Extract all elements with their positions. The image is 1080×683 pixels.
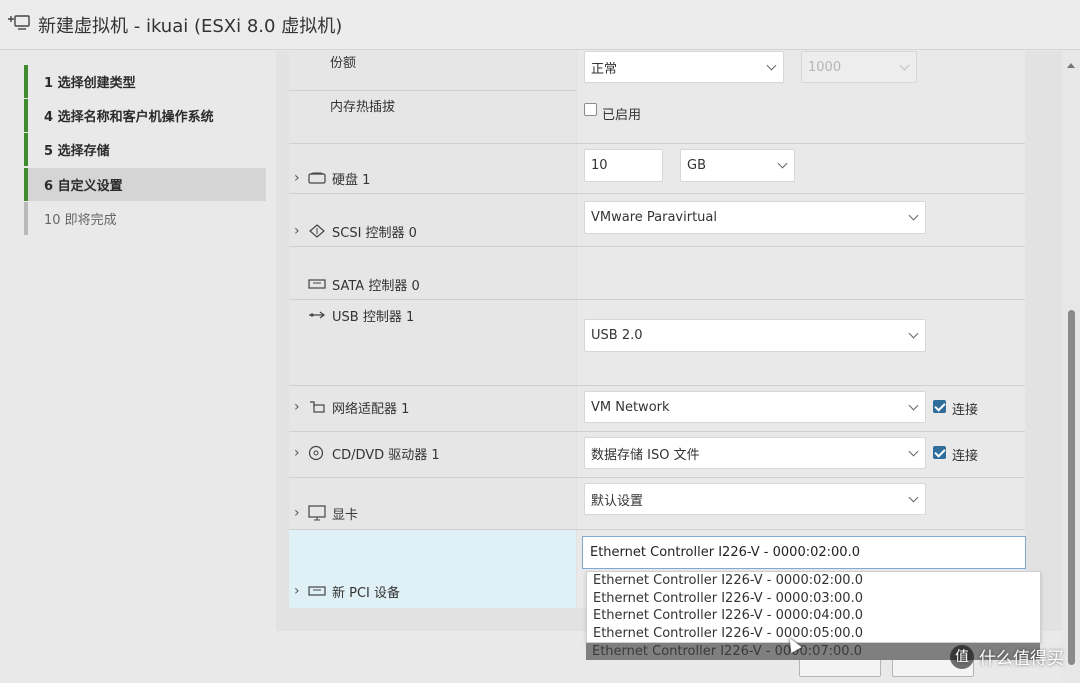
wizard-step-1[interactable]: 1 选择创建类型 — [24, 65, 266, 98]
network-connect-label: 连接 — [952, 403, 979, 418]
cd-dvd-icon — [308, 445, 328, 461]
row-divider — [289, 477, 1025, 478]
video-select[interactable]: 默认设置 — [584, 483, 926, 515]
watermark-logo: 值 — [950, 644, 974, 669]
cdrom-label: CD/DVD 驱动器 1 — [332, 447, 440, 463]
row-divider — [289, 385, 1025, 386]
cdrom-row[interactable]: › CD/DVD 驱动器 1 — [294, 443, 440, 463]
wizard-step-5[interactable]: 5 选择存储 — [24, 133, 266, 166]
disk-unit-value: GB — [687, 158, 706, 173]
chevron-right-icon: › — [294, 583, 300, 599]
memory-hotplug-label: 内存热插拔 — [330, 99, 396, 115]
video-card-row[interactable]: › 显卡 — [294, 503, 358, 523]
wizard-step-4[interactable]: 4 选择名称和客户机操作系统 — [24, 99, 266, 132]
shares-select-value: 正常 — [591, 61, 618, 77]
chevron-right-icon: › — [294, 399, 300, 415]
hard-disk-label: 硬盘 1 — [332, 172, 371, 188]
row-divider — [289, 246, 1025, 247]
network-select-value: VM Network — [591, 399, 670, 415]
cdrom-connect-checkbox[interactable] — [933, 446, 946, 459]
network-adapter-icon — [308, 400, 328, 414]
dropdown-option[interactable]: Ethernet Controller I226-V - 0000:04:00.… — [587, 607, 1040, 625]
new-vm-icon — [8, 15, 30, 30]
disk-unit-select[interactable]: GB — [680, 149, 795, 182]
pci-device-label: 新 PCI 设备 — [332, 585, 401, 601]
scrollbar-thumb[interactable] — [1068, 310, 1075, 665]
scsi-controller-row[interactable]: › SCSI 控制器 0 — [294, 221, 417, 241]
row-divider — [289, 529, 1025, 530]
usb-type-value: USB 2.0 — [591, 328, 643, 343]
disk-size-value: 10 — [591, 158, 608, 173]
chevron-down-icon — [908, 400, 919, 411]
chevron-right-icon: › — [294, 505, 300, 521]
chevron-down-icon — [899, 60, 910, 71]
cdrom-select[interactable]: 数据存储 ISO 文件 — [584, 437, 926, 469]
scsi-controller-icon — [308, 223, 328, 239]
memory-hotplug-checkbox-label: 已启用 — [602, 108, 642, 123]
chevron-down-icon — [766, 60, 777, 71]
scsi-type-value: VMware Paravirtual — [591, 210, 717, 225]
memory-hotplug-checkbox[interactable] — [584, 103, 597, 116]
usb-type-select[interactable]: USB 2.0 — [584, 319, 926, 352]
chevron-down-icon — [908, 492, 919, 503]
scsi-type-select[interactable]: VMware Paravirtual — [584, 201, 926, 234]
wizard-step-10[interactable]: 10 即将完成 — [24, 202, 266, 235]
dropdown-option[interactable]: Ethernet Controller I226-V - 0000:03:00.… — [587, 590, 1040, 608]
scsi-controller-label: SCSI 控制器 0 — [332, 225, 417, 241]
shares-label: 份额 — [330, 55, 357, 71]
network-adapter-row[interactable]: › 网络适配器 1 — [294, 397, 409, 417]
hard-disk-icon — [308, 172, 328, 184]
usb-controller-label: USB 控制器 1 — [332, 309, 415, 325]
shares-number-select: 1000 — [801, 51, 917, 83]
title-bar: 新建虚拟机 - ikuai (ESXi 8.0 虚拟机) — [0, 0, 1080, 50]
disk-size-input[interactable]: 10 — [584, 149, 663, 182]
chevron-right-icon: › — [294, 223, 300, 239]
network-adapter-label: 网络适配器 1 — [332, 401, 410, 417]
hard-disk-row[interactable]: › 硬盘 1 — [294, 168, 370, 188]
watermark-text: 什么值得买 — [979, 649, 1064, 669]
scroll-up-arrow-icon[interactable] — [1067, 63, 1075, 68]
usb-controller-row: USB 控制器 1 — [308, 305, 414, 325]
row-divider — [289, 299, 1025, 300]
monitor-icon — [308, 505, 328, 521]
sata-controller-icon — [308, 278, 328, 290]
chevron-down-icon — [908, 210, 919, 221]
chevron-right-icon: › — [294, 445, 300, 461]
video-card-label: 显卡 — [332, 507, 359, 523]
vertical-scrollbar[interactable] — [1062, 51, 1080, 683]
row-divider — [289, 431, 1025, 432]
chevron-down-icon — [908, 446, 919, 457]
network-connect-checkbox[interactable] — [933, 400, 946, 413]
pci-device-select[interactable]: Ethernet Controller I226-V - 0000:02:00.… — [582, 536, 1026, 569]
pci-device-dropdown: Ethernet Controller I226-V - 0000:02:00.… — [586, 571, 1041, 643]
network-select[interactable]: VM Network — [584, 391, 926, 423]
watermark: 值 什么值得买 — [950, 644, 1064, 669]
chevron-right-icon: › — [294, 170, 300, 186]
pci-device-selected-value: Ethernet Controller I226-V - 0000:02:00.… — [590, 545, 860, 560]
video-select-value: 默认设置 — [591, 493, 644, 509]
wizard-step-6[interactable]: 6 自定义设置 — [24, 168, 266, 201]
row-divider — [289, 90, 576, 91]
usb-icon — [308, 309, 328, 321]
row-divider — [289, 143, 1025, 144]
chevron-down-icon — [777, 158, 788, 169]
pci-device-row[interactable]: › 新 PCI 设备 — [294, 581, 400, 601]
window-title: 新建虚拟机 - ikuai (ESXi 8.0 虚拟机) — [38, 16, 343, 37]
row-divider — [289, 193, 1025, 194]
device-label-column — [289, 143, 576, 530]
dropdown-option[interactable]: Ethernet Controller I226-V - 0000:05:00.… — [587, 625, 1040, 643]
sata-controller-row: SATA 控制器 0 — [308, 274, 420, 294]
chevron-down-icon — [908, 328, 919, 339]
shares-select[interactable]: 正常 — [584, 51, 784, 83]
shares-number-value: 1000 — [808, 59, 842, 75]
dropdown-option[interactable]: Ethernet Controller I226-V - 0000:02:00.… — [587, 572, 1040, 590]
cdrom-connect-label: 连接 — [952, 449, 979, 464]
cdrom-select-value: 数据存储 ISO 文件 — [591, 447, 700, 463]
sata-controller-label: SATA 控制器 0 — [332, 278, 420, 294]
pci-device-icon — [308, 585, 328, 597]
